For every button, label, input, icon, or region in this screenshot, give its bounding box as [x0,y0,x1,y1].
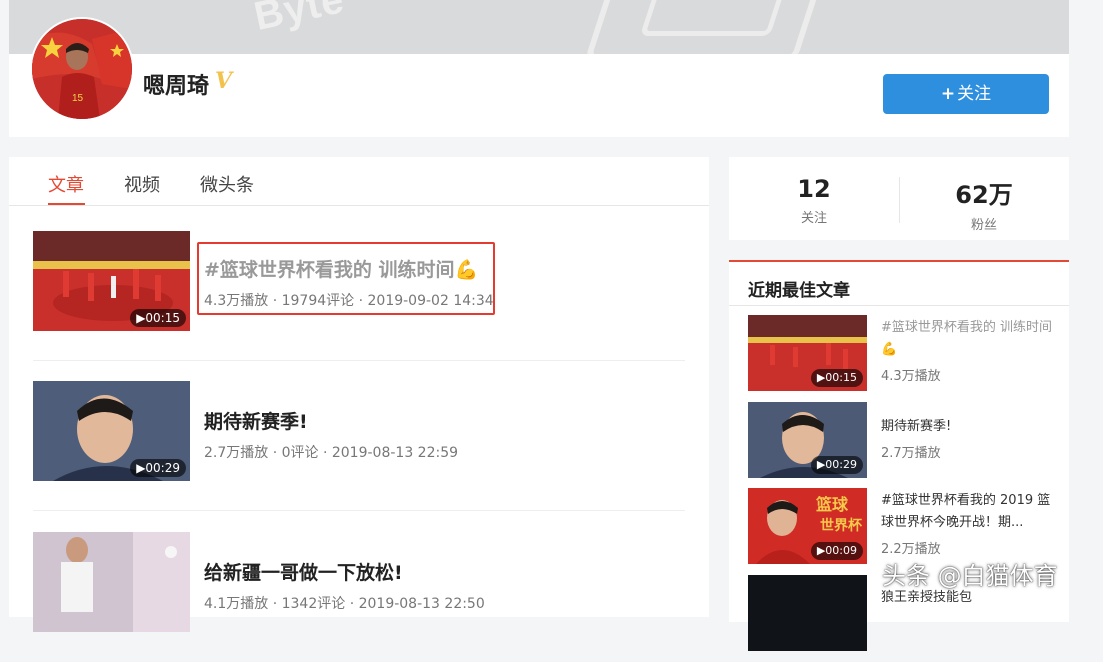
best-article-title[interactable]: #篮球世界杯看我的 2019 篮球世界杯今晚开战！期... [881,490,1056,534]
best-article-meta: 2.7万播放 [881,446,941,461]
video-thumbnail[interactable]: ▶00:15 [33,231,190,331]
profile-banner: Byte [9,0,1069,54]
item-divider [33,510,685,511]
fans-stat[interactable]: 62万 粉丝 [899,175,1069,233]
svg-text:15: 15 [72,93,84,104]
video-thumbnail[interactable]: ▶00:29 [33,381,190,481]
stats-card: 12 关注 62万 粉丝 [729,157,1069,240]
fans-label: 粉丝 [970,218,997,233]
best-article-item[interactable]: ▶00:29 期待新赛季! 2.7万播放 [748,402,1058,480]
avatar-image: 15 [32,19,132,119]
article-title[interactable]: 给新疆一哥做一下放松! [204,558,403,585]
plus-icon: + [940,84,956,104]
video-duration: ▶00:09 [810,542,863,560]
video-thumbnail[interactable]: 篮球 世界杯 ▶00:09 [748,488,867,564]
following-count: 12 [797,175,831,203]
verified-icon: V [215,68,233,94]
banner-logo-text: Byte [250,0,349,39]
best-article-item[interactable]: 篮球 世界杯 ▶00:09 #篮球世界杯看我的 2019 篮球世界杯今晚开战！期… [748,488,1058,566]
thumbnail-image [33,532,190,632]
watermark-text: 头条 @白猫体育 [882,562,1058,590]
best-article-meta: 2.2万播放 [881,542,941,557]
article-item[interactable]: 给新疆一哥做一下放松! 4.1万播放 · 1342评论 · 2019-08-13… [33,532,685,662]
article-meta: 4.3万播放 · 19794评论 · 2019-09-02 14:34 [204,293,494,309]
item-divider [33,360,685,361]
article-panel: 文章 视频 微头条 ▶00:15 #篮球世界杯看我的 训练时间💪 4.3万播放 … [9,157,709,632]
active-tab-indicator [48,203,85,205]
video-duration: ▶00:29 [130,459,186,477]
video-thumbnail[interactable]: ▶00:29 [748,402,867,478]
content-tabs: 文章 视频 微头条 [9,157,709,206]
article-item[interactable]: ▶00:29 期待新赛季! 2.7万播放 · 0评论 · 2019-08-13 … [33,381,685,511]
article-title[interactable]: #篮球世界杯看我的 训练时间💪 [204,255,478,282]
following-label: 关注 [800,211,827,226]
thumbnail-image [748,575,867,651]
follow-label: 关注 [957,84,992,104]
best-article-title[interactable]: #篮球世界杯看我的 训练时间💪 [881,317,1056,361]
tab-micro-headlines[interactable]: 微头条 [200,171,254,197]
avatar[interactable]: 15 [30,17,134,121]
article-meta: 2.7万播放 · 0评论 · 2019-08-13 22:59 [204,445,459,461]
tab-articles[interactable]: 文章 [48,171,84,197]
fans-count: 62万 [955,181,1013,209]
profile-name: 嗯周琦 [143,74,210,99]
article-meta: 4.1万播放 · 1342评论 · 2019-08-13 22:50 [204,596,485,612]
follow-button[interactable]: + 关注 [883,74,1049,114]
article-item[interactable]: ▶00:15 #篮球世界杯看我的 训练时间💪 4.3万播放 · 19794评论 … [33,231,685,361]
best-articles-heading: 近期最佳文章 [748,281,850,301]
video-duration: ▶00:15 [810,369,863,387]
best-article-item[interactable]: ▶00:15 #篮球世界杯看我的 训练时间💪 4.3万播放 [748,315,1058,393]
svg-text:世界杯: 世界杯 [820,517,863,534]
best-article-title[interactable]: 期待新赛季! [881,416,1056,438]
banner-decoration-inner [639,0,789,36]
svg-text:篮球: 篮球 [815,495,849,514]
video-duration: ▶00:29 [810,456,863,474]
best-article-meta: 4.3万播放 [881,369,941,384]
article-title[interactable]: 期待新赛季! [204,407,308,434]
heading-divider [729,305,1069,306]
tab-videos[interactable]: 视频 [124,171,160,197]
following-stat[interactable]: 12 关注 [729,175,899,226]
video-thumbnail[interactable]: ▶00:15 [748,315,867,391]
video-duration: ▶00:15 [130,309,186,327]
video-thumbnail[interactable] [33,532,190,632]
video-thumbnail[interactable] [748,575,867,651]
